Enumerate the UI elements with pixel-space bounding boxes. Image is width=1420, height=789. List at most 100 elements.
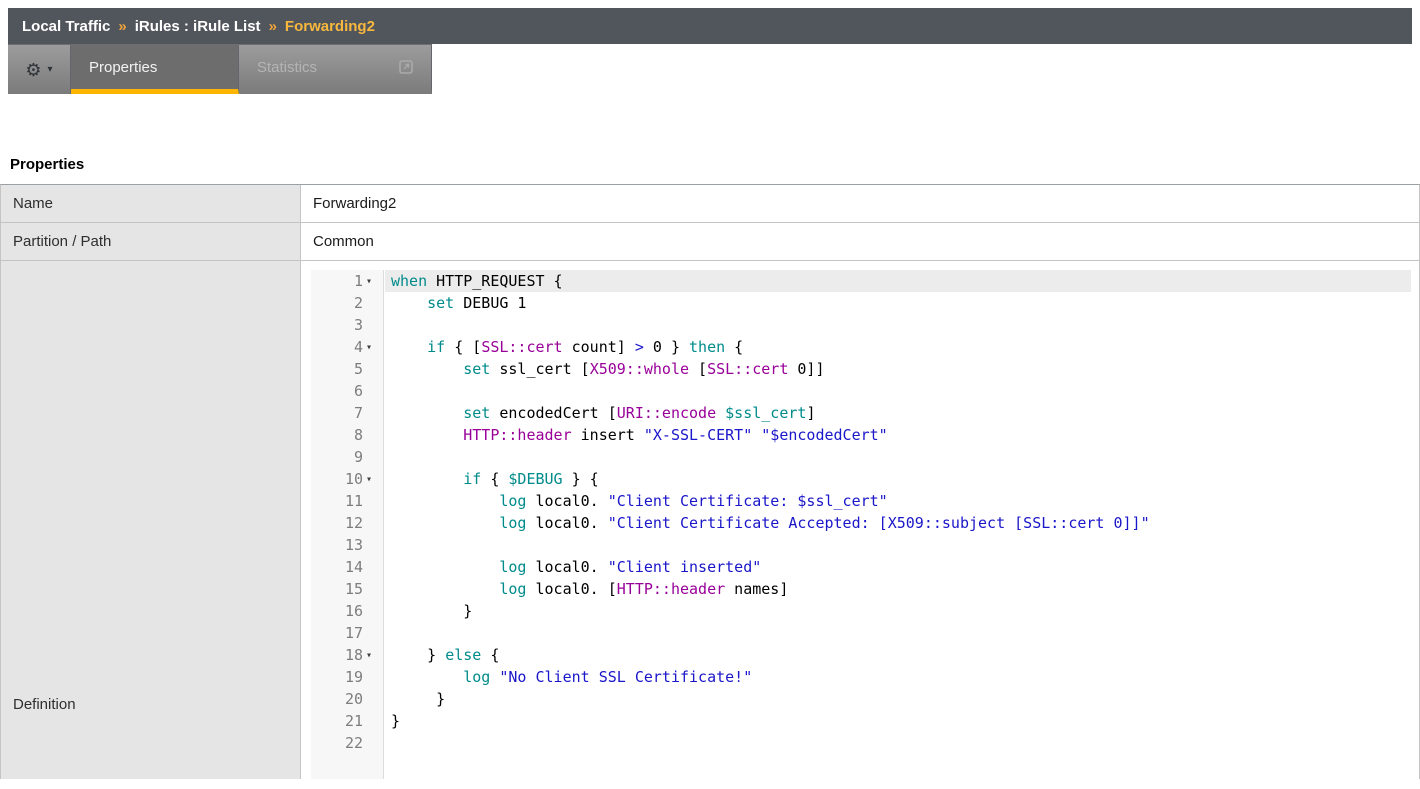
code-text: } (385, 688, 1411, 710)
gutter-cell: 4▾ (311, 336, 385, 358)
gear-icon: ⚙ (25, 61, 41, 79)
breadcrumb-separator: » (269, 18, 277, 35)
code-token: { (725, 338, 743, 356)
code-text: HTTP::header insert "X-SSL-CERT" "$encod… (385, 424, 1411, 446)
code-text (385, 534, 1411, 556)
code-line[interactable]: 9 (311, 446, 1411, 468)
line-number: 13 (311, 536, 363, 554)
code-token: $ssl_cert (725, 404, 806, 422)
gutter-cell: 6 (311, 380, 385, 402)
code-token (391, 294, 427, 312)
line-number: 5 (311, 360, 363, 378)
gutter-cell: 10▾ (311, 468, 385, 490)
code-token: set (463, 404, 490, 422)
line-number: 21 (311, 712, 363, 730)
code-token (391, 404, 463, 422)
line-number: 8 (311, 426, 363, 444)
tab-properties[interactable]: Properties (71, 45, 239, 94)
code-text (385, 622, 1411, 644)
code-line[interactable]: 3 (311, 314, 1411, 336)
code-text: log "No Client SSL Certificate!" (385, 666, 1411, 688)
code-line[interactable]: 8 HTTP::header insert "X-SSL-CERT" "$enc… (311, 424, 1411, 446)
code-line[interactable]: 12 log local0. "Client Certificate Accep… (311, 512, 1411, 534)
code-line[interactable]: 17 (311, 622, 1411, 644)
breadcrumb-irule-list[interactable]: iRules : iRule List (135, 18, 261, 35)
gutter-cell: 15 (311, 578, 385, 600)
gutter-cell: 18▾ (311, 644, 385, 666)
code-text: set encodedCert [URI::encode $ssl_cert] (385, 402, 1411, 424)
code-line[interactable]: 4▾ if { [SSL::cert count] > 0 } then { (311, 336, 1411, 358)
line-number: 7 (311, 404, 363, 422)
code-token: log (499, 492, 526, 510)
definition-value-cell: 1▾when HTTP_REQUEST {2 set DEBUG 134▾ if… (301, 261, 1419, 779)
code-token (391, 338, 427, 356)
gear-menu-button[interactable]: ⚙ ▾ (8, 45, 71, 94)
code-token: local0. (526, 558, 607, 576)
code-text: } (385, 710, 1411, 732)
code-line[interactable]: 19 log "No Client SSL Certificate!" (311, 666, 1411, 688)
code-line[interactable]: 14 log local0. "Client inserted" (311, 556, 1411, 578)
definition-label: Definition (13, 696, 76, 713)
line-number: 15 (311, 580, 363, 598)
tab-strip: ⚙ ▾ Properties Statistics (8, 44, 432, 94)
tab-statistics[interactable]: Statistics (239, 45, 432, 94)
code-token: log (499, 514, 526, 532)
code-line[interactable]: 1▾when HTTP_REQUEST { (311, 270, 1411, 292)
gutter-cell: 11 (311, 490, 385, 512)
code-token: "X-SSL-CERT" (644, 426, 752, 444)
fold-marker-icon[interactable]: ▾ (363, 650, 385, 661)
code-token: "Client Certificate: $ssl_cert" (608, 492, 888, 510)
code-line[interactable]: 20 } (311, 688, 1411, 710)
code-token: { (481, 646, 499, 664)
code-token (752, 426, 761, 444)
gutter-cell: 13 (311, 534, 385, 556)
gutter-cell: 16 (311, 600, 385, 622)
code-token: if (427, 338, 445, 356)
code-token: HTTP::header (617, 580, 725, 598)
code-token: HTTP::header (463, 426, 571, 444)
code-token: local0. (526, 514, 607, 532)
code-token: } (391, 712, 400, 730)
fold-marker-icon[interactable]: ▾ (363, 342, 385, 353)
code-token: log (463, 668, 490, 686)
code-token: "No Client SSL Certificate!" (499, 668, 752, 686)
breadcrumb-separator: » (118, 18, 126, 35)
code-token: count] (563, 338, 635, 356)
fold-marker-icon[interactable]: ▾ (363, 474, 385, 485)
code-token (391, 426, 463, 444)
code-token: local0. (526, 492, 607, 510)
code-token: } (391, 646, 445, 664)
code-token (391, 360, 463, 378)
code-line[interactable]: 2 set DEBUG 1 (311, 292, 1411, 314)
code-lines: 1▾when HTTP_REQUEST {2 set DEBUG 134▾ if… (311, 270, 1411, 754)
code-line[interactable]: 5 set ssl_cert [X509::whole [SSL::cert 0… (311, 358, 1411, 380)
code-line[interactable]: 21} (311, 710, 1411, 732)
code-line[interactable]: 7 set encodedCert [URI::encode $ssl_cert… (311, 402, 1411, 424)
code-text: log local0. "Client inserted" (385, 556, 1411, 578)
code-token: { (481, 470, 508, 488)
code-line[interactable]: 10▾ if { $DEBUG } { (311, 468, 1411, 490)
line-number: 12 (311, 514, 363, 532)
code-editor[interactable]: 1▾when HTTP_REQUEST {2 set DEBUG 134▾ if… (311, 270, 1411, 779)
code-line[interactable]: 18▾ } else { (311, 644, 1411, 666)
code-token: DEBUG 1 (454, 294, 526, 312)
code-text: if { [SSL::cert count] > 0 } then { (385, 336, 1411, 358)
code-text: set ssl_cert [X509::whole [SSL::cert 0]] (385, 358, 1411, 380)
tab-properties-label: Properties (89, 59, 157, 76)
breadcrumb-section[interactable]: Local Traffic (22, 18, 110, 35)
code-token: 0 } (644, 338, 689, 356)
gutter-cell: 19 (311, 666, 385, 688)
code-token: names] (725, 580, 788, 598)
code-line[interactable]: 13 (311, 534, 1411, 556)
code-text: } (385, 600, 1411, 622)
code-line[interactable]: 11 log local0. "Client Certificate: $ssl… (311, 490, 1411, 512)
fold-marker-icon[interactable]: ▾ (363, 276, 385, 287)
code-token: } (391, 602, 472, 620)
line-number: 10 (311, 470, 363, 488)
code-line[interactable]: 6 (311, 380, 1411, 402)
code-line[interactable]: 22 (311, 732, 1411, 754)
code-line[interactable]: 15 log local0. [HTTP::header names] (311, 578, 1411, 600)
gutter-cell: 3 (311, 314, 385, 336)
code-line[interactable]: 16 } (311, 600, 1411, 622)
gutter-cell: 14 (311, 556, 385, 578)
